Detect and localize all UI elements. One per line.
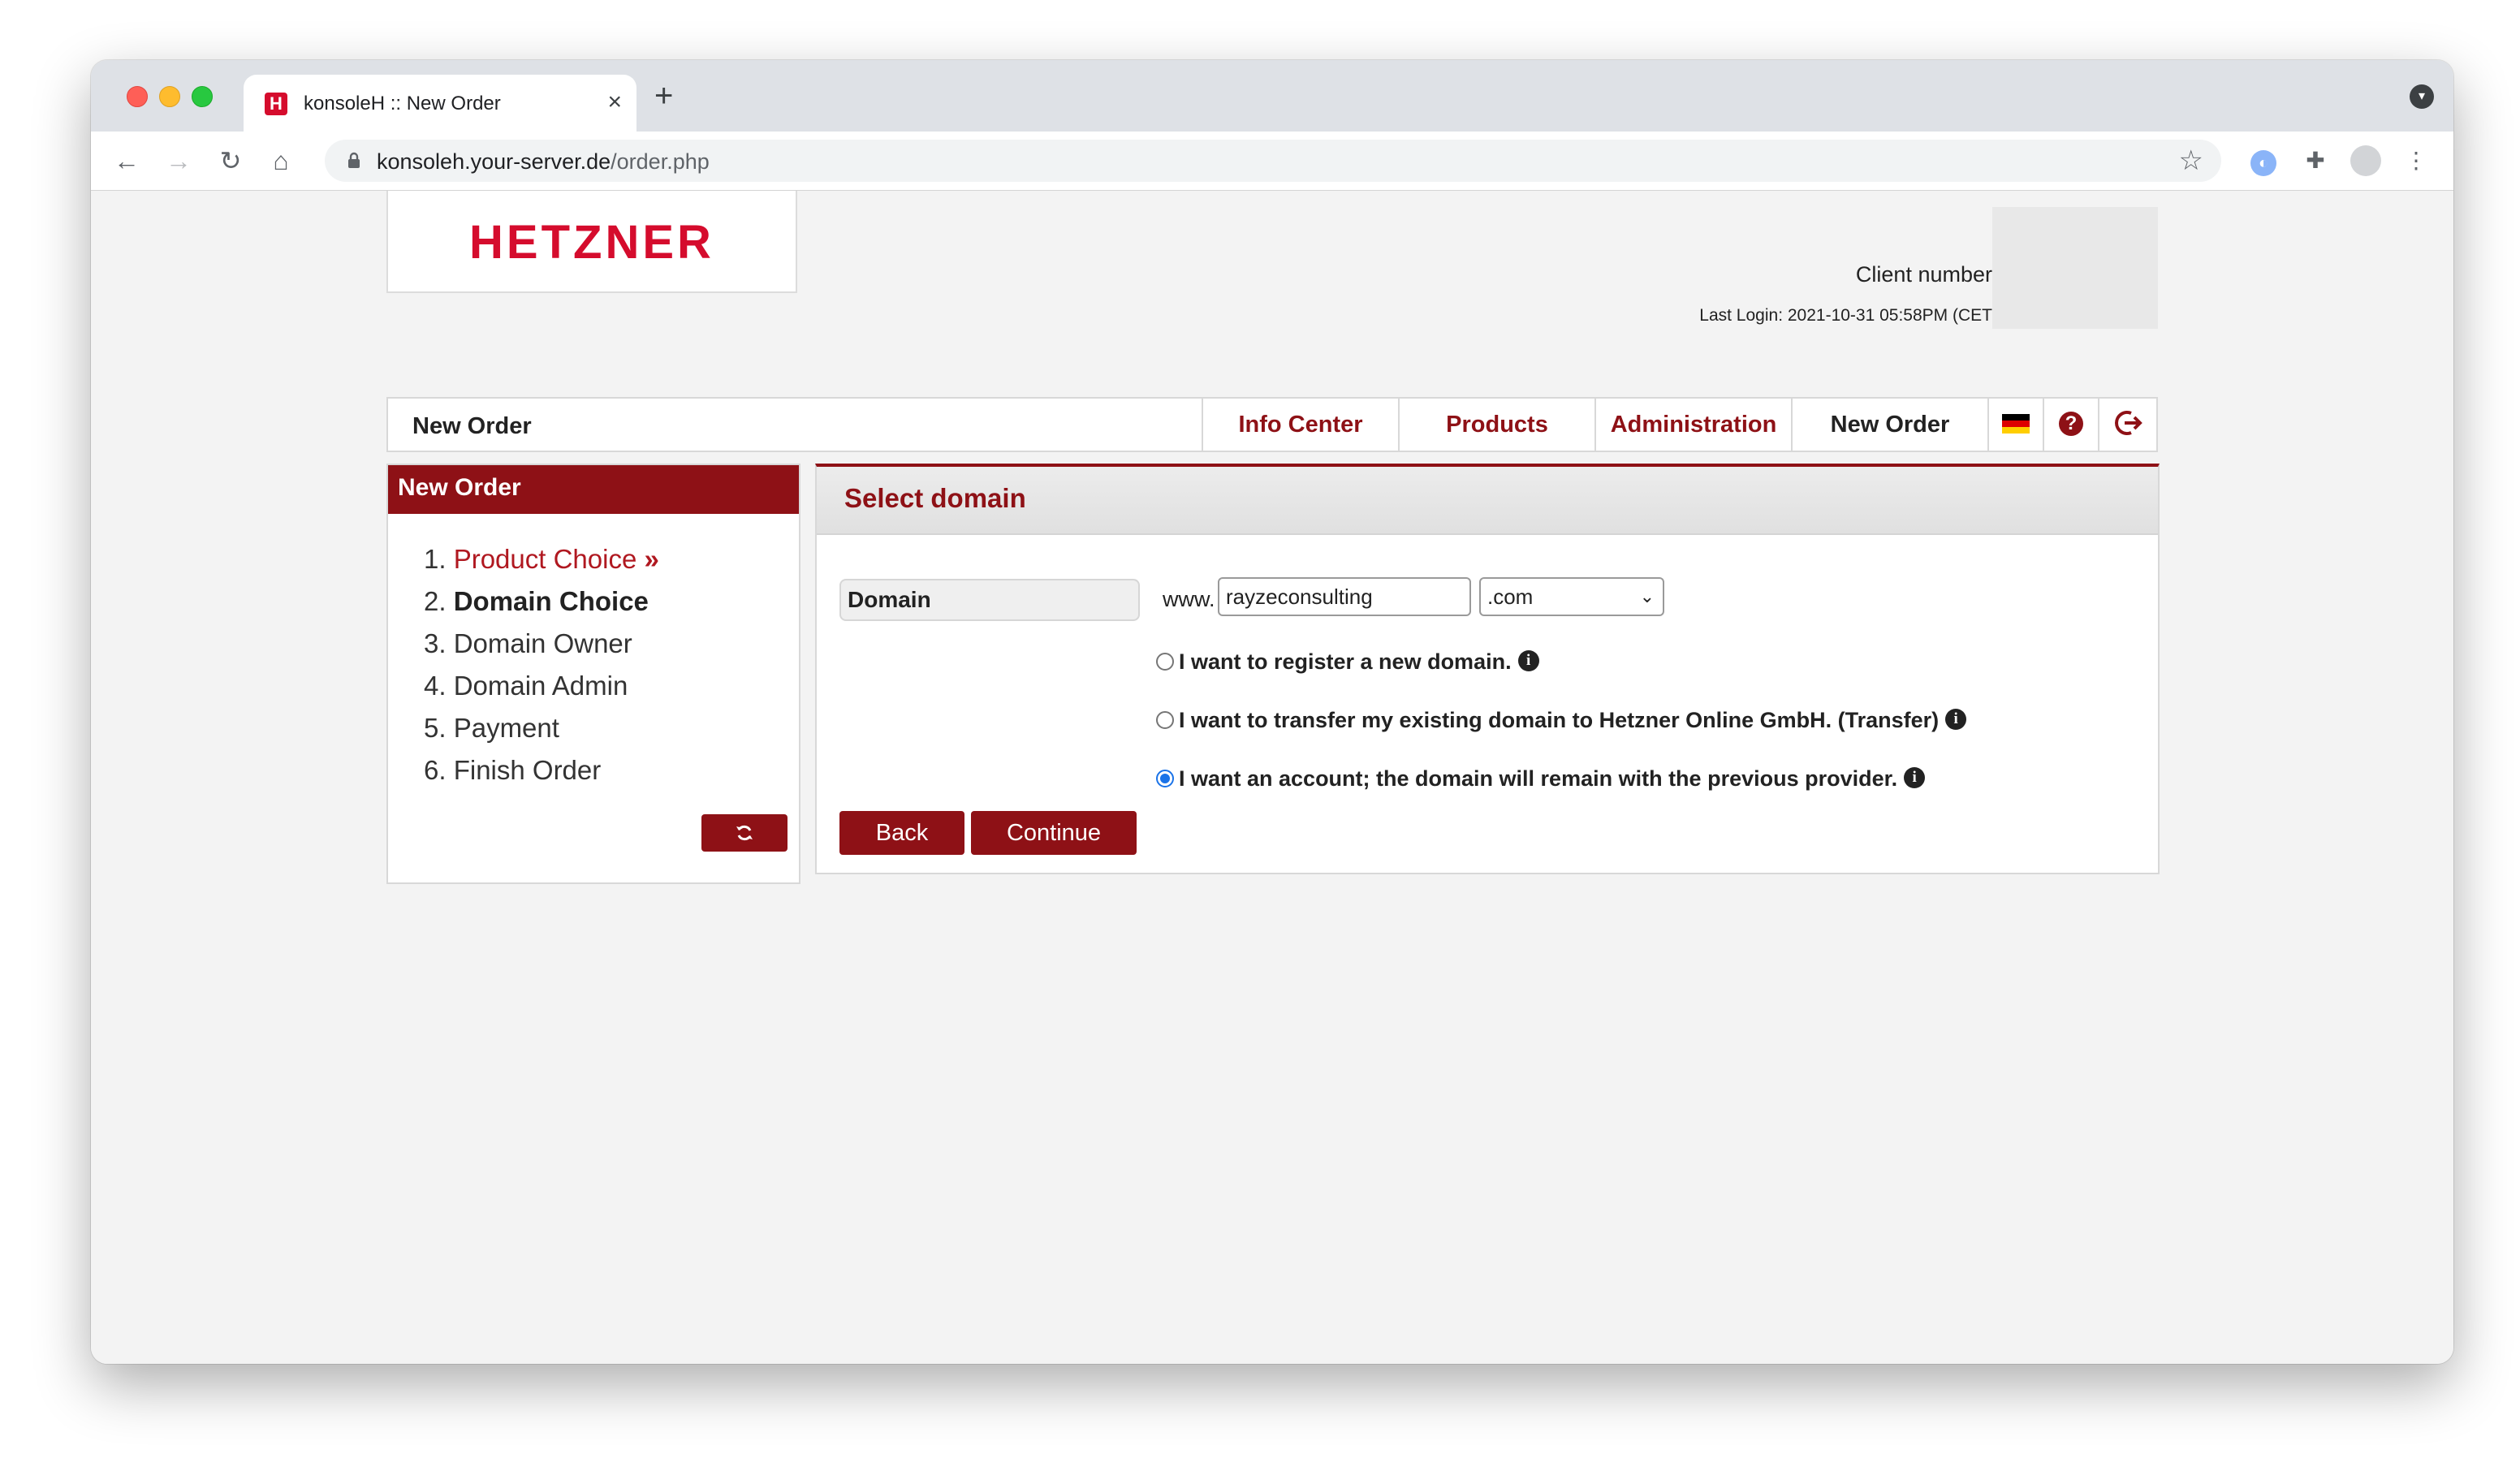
- lock-icon: [348, 152, 360, 168]
- option-register-new-domain[interactable]: I want to register a new domain. i: [1156, 645, 1539, 678]
- option-label: I want an account; the domain will remai…: [1179, 766, 1898, 791]
- puzzle-extensions-icon[interactable]: ✚: [2298, 143, 2333, 179]
- option-label: I want to register a new domain.: [1179, 649, 1512, 674]
- nav-tab-new-order[interactable]: New Order: [1791, 399, 1987, 451]
- browser-window: H konsoleH :: New Order × + ▾ ← → ↻ ⌂ ko…: [91, 60, 2453, 1364]
- www-prefix: www.: [1163, 587, 1215, 611]
- step-domain-owner: 3. Domain Owner: [424, 623, 659, 665]
- continue-button[interactable]: Continue: [971, 811, 1137, 855]
- logo-box[interactable]: HETZNER: [386, 191, 797, 293]
- help-icon[interactable]: ?: [2043, 399, 2098, 451]
- option-transfer-domain[interactable]: I want to transfer my existing domain to…: [1156, 704, 1967, 736]
- nav-tab-administration[interactable]: Administration: [1594, 399, 1791, 451]
- step-number: 6.: [424, 755, 447, 785]
- step-label: Domain Admin: [453, 671, 628, 701]
- browser-tab[interactable]: H konsoleH :: New Order ×: [244, 75, 636, 132]
- tab-search-icon[interactable]: ▾: [2410, 84, 2434, 109]
- select-domain-panel: Select domain Domain www. .com ⌄ I want …: [815, 464, 2160, 874]
- address-bar[interactable]: konsoleh.your-server.de/order.php ☆: [325, 140, 2221, 182]
- step-label: Domain Owner: [453, 628, 632, 658]
- step-number: 2.: [424, 586, 447, 616]
- info-icon[interactable]: i: [1945, 708, 1967, 730]
- option-account-only[interactable]: I want an account; the domain will remai…: [1156, 762, 1926, 795]
- logout-icon[interactable]: [2098, 399, 2156, 451]
- step-label: Domain Choice: [453, 586, 649, 616]
- browser-titlebar: H konsoleH :: New Order × + ▾: [91, 60, 2453, 132]
- domain-field-label: Domain: [839, 579, 1140, 621]
- step-label: Finish Order: [453, 755, 602, 785]
- main-navigation: New Order Info Center Products Administr…: [386, 397, 2158, 452]
- client-number-label: Client number: [1855, 262, 1992, 287]
- step-arrow: »: [636, 544, 659, 574]
- account-only-radio[interactable]: [1156, 769, 1174, 787]
- step-number: 3.: [424, 628, 447, 658]
- refresh-icon: [736, 825, 753, 840]
- step-label: Payment: [453, 713, 559, 743]
- chevron-down-icon: ⌄: [1639, 586, 1655, 606]
- register-radio[interactable]: [1156, 652, 1174, 671]
- option-label: I want to transfer my existing domain to…: [1179, 708, 1940, 732]
- step-label[interactable]: Product Choice: [454, 544, 637, 574]
- url-text[interactable]: konsoleh.your-server.de/order.php: [377, 149, 710, 175]
- window-close-button[interactable]: [127, 86, 148, 107]
- back-button[interactable]: Back: [839, 811, 964, 855]
- browser-toolbar: ← → ↻ ⌂ konsoleh.your-server.de/order.ph…: [91, 132, 2453, 191]
- info-icon[interactable]: i: [1904, 766, 1926, 788]
- panel-title: Select domain: [844, 483, 1026, 513]
- domain-name-input[interactable]: [1218, 577, 1471, 616]
- browser-menu-icon[interactable]: ⋮: [2398, 143, 2434, 179]
- order-steps-sidebar: New Order 1. Product Choice » 2. Domain …: [386, 464, 800, 884]
- url-host: konsoleh.your-server.de: [377, 149, 611, 174]
- window-minimize-button[interactable]: [159, 86, 180, 107]
- forward-arrow-icon[interactable]: →: [161, 143, 196, 179]
- language-german-flag-icon[interactable]: [1987, 399, 2043, 451]
- refresh-button[interactable]: [701, 814, 788, 852]
- tab-title: konsoleH :: New Order: [304, 93, 501, 114]
- step-number: 4.: [424, 671, 447, 701]
- sidebar-title: New Order: [388, 465, 799, 514]
- page-content: HETZNER Client number Last Login: 2021-1…: [91, 191, 2453, 1364]
- extension-icon[interactable]: ◐: [2246, 143, 2281, 179]
- hetzner-logo: HETZNER: [469, 216, 714, 269]
- step-domain-choice: 2. Domain Choice: [424, 580, 659, 623]
- tld-select[interactable]: .com ⌄: [1479, 577, 1664, 616]
- transfer-radio[interactable]: [1156, 710, 1174, 729]
- step-finish-order: 6. Finish Order: [424, 749, 659, 792]
- step-number: 1.: [424, 544, 447, 574]
- info-icon[interactable]: i: [1517, 649, 1539, 671]
- hetzner-favicon-icon: H: [265, 93, 287, 115]
- step-payment: 5. Payment: [424, 707, 659, 749]
- profile-avatar-icon[interactable]: [2348, 143, 2384, 179]
- home-icon[interactable]: ⌂: [263, 143, 299, 179]
- bookmark-star-icon[interactable]: ☆: [2179, 145, 2203, 177]
- tab-close-icon[interactable]: ×: [607, 88, 622, 117]
- tld-selected-value: .com: [1487, 585, 1534, 609]
- page-title: New Order: [412, 413, 532, 439]
- order-steps-list: 1. Product Choice » 2. Domain Choice 3. …: [424, 538, 659, 792]
- reload-icon[interactable]: ↻: [213, 143, 248, 179]
- step-product-choice[interactable]: 1. Product Choice »: [424, 538, 659, 580]
- back-arrow-icon[interactable]: ←: [109, 143, 145, 179]
- client-info: Client number Last Login: 2021-10-31 05:…: [1617, 207, 2158, 329]
- new-tab-button[interactable]: +: [654, 80, 673, 112]
- step-domain-admin: 4. Domain Admin: [424, 665, 659, 707]
- last-login-text: Last Login: 2021-10-31 05:58PM (CET: [1699, 306, 1992, 325]
- client-info-redacted: [1992, 207, 2158, 329]
- url-path: /order.php: [611, 149, 710, 174]
- window-maximize-button[interactable]: [192, 86, 213, 107]
- step-number: 5.: [424, 713, 447, 743]
- panel-header: Select domain: [817, 467, 2158, 535]
- nav-tab-info-center[interactable]: Info Center: [1202, 399, 1398, 451]
- nav-tab-products[interactable]: Products: [1398, 399, 1594, 451]
